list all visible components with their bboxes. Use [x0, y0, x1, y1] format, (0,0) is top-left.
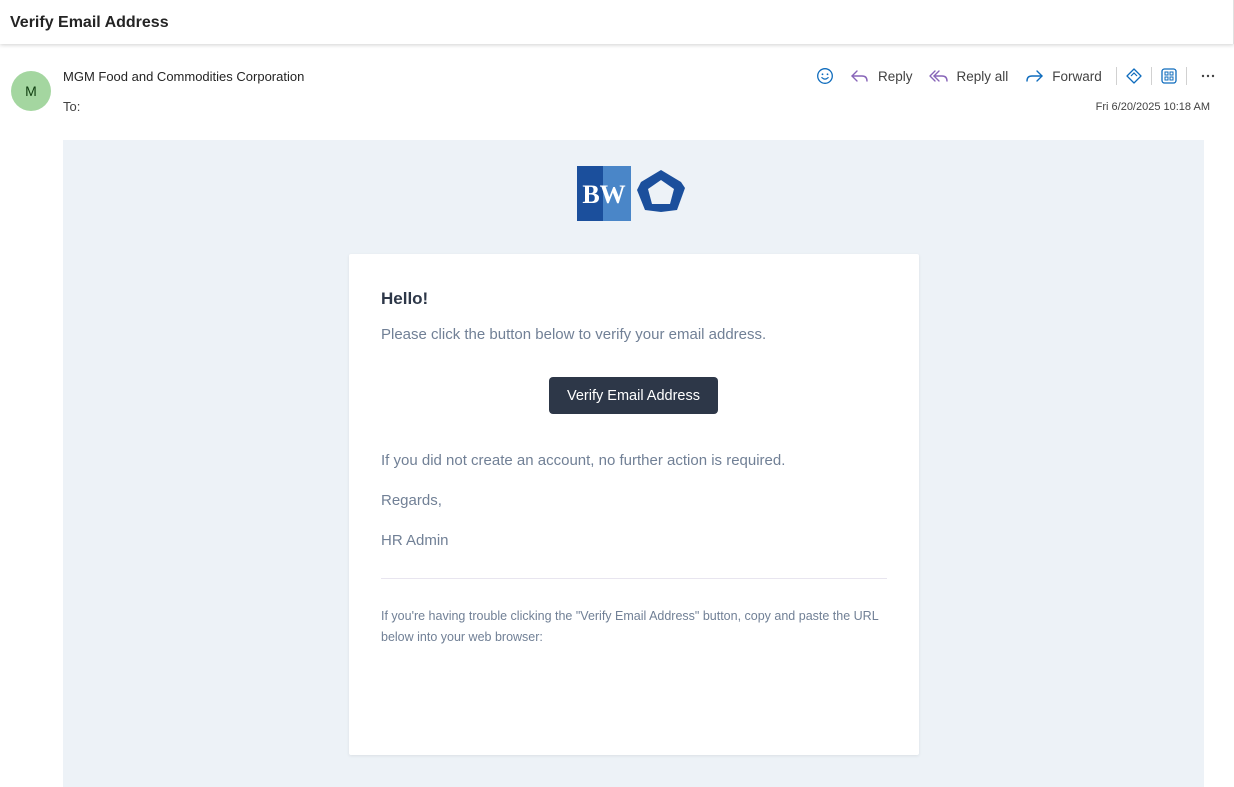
reply-label: Reply [878, 68, 913, 84]
sender-avatar[interactable]: M [11, 71, 51, 111]
addin-icon[interactable] [1123, 65, 1145, 87]
verify-email-button[interactable]: Verify Email Address [549, 377, 718, 414]
email-card: Hello! Please click the button below to … [349, 254, 919, 755]
company-logo: BW [577, 166, 693, 222]
apps-icon[interactable] [1158, 65, 1180, 87]
message-actions: Reply Reply all Forward [814, 64, 1219, 88]
regards-text: Regards, [381, 492, 442, 509]
intro-text: Please click the button below to verify … [381, 326, 767, 343]
divider [1115, 67, 1117, 85]
trouble-text: If you're having trouble clicking the "V… [381, 609, 879, 644]
divider [381, 578, 887, 579]
forward-button[interactable]: Forward [1024, 68, 1102, 84]
greeting: Hello! [381, 289, 429, 308]
to-line: To: [63, 99, 81, 114]
subject-title: Verify Email Address [10, 14, 169, 31]
reply-all-button[interactable]: Reply all [928, 68, 1009, 84]
logo-text: BW [582, 180, 625, 209]
forward-icon [1026, 70, 1043, 82]
forward-label: Forward [1052, 68, 1102, 84]
divider [1185, 67, 1187, 85]
reply-button[interactable]: Reply [850, 68, 913, 84]
signature-text: HR Admin [381, 532, 449, 549]
reply-icon [851, 70, 868, 82]
sender-name[interactable]: MGM Food and Commodities Corporation [63, 69, 304, 84]
smiley-icon[interactable] [814, 65, 836, 87]
message-timestamp: Fri 6/20/2025 10:18 AM [1095, 101, 1210, 113]
ellipsis-icon[interactable] [1197, 65, 1219, 87]
no-action-text: If you did not create an account, no fur… [381, 452, 786, 469]
divider [1150, 67, 1152, 85]
reply-all-label: Reply all [956, 68, 1009, 84]
subject-bar: Verify Email Address [0, 0, 1234, 44]
reply-all-icon [928, 70, 948, 82]
